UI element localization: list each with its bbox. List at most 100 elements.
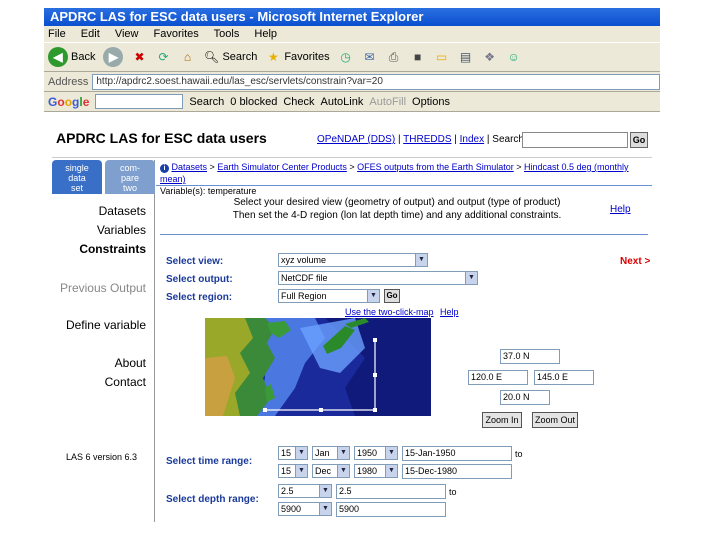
zoom-out-button[interactable]: Zoom Out — [532, 412, 578, 428]
start-month-select[interactable]: Jan ▼ — [312, 446, 350, 460]
favorites-label: Favorites — [284, 51, 330, 63]
google-options[interactable]: Options — [412, 96, 450, 108]
map-graphic — [205, 318, 431, 416]
stop-icon[interactable]: ✖ — [131, 49, 147, 65]
edit-icon[interactable]: ■ — [410, 49, 426, 65]
menu-view[interactable]: View — [115, 28, 139, 40]
site-search-go-button[interactable]: Go — [630, 132, 648, 148]
refresh-icon[interactable]: ⟳ — [155, 49, 171, 65]
depth-max-select[interactable]: 5900 ▼ — [278, 502, 332, 516]
research-icon[interactable]: ▤ — [458, 49, 474, 65]
google-search-button[interactable]: Search — [189, 96, 224, 108]
search-icon: 🔍︎ — [203, 50, 220, 64]
region-go-button[interactable]: Go — [384, 289, 400, 303]
breadcrumb-datasets[interactable]: Datasets — [172, 162, 208, 172]
print-icon[interactable]: ⎙ — [386, 49, 402, 65]
chevron-down-icon: ▼ — [367, 290, 379, 302]
forward-button[interactable]: ▶ — [103, 47, 124, 67]
people-icon[interactable]: ☺ — [506, 49, 522, 65]
address-label: Address — [48, 75, 89, 88]
nav-variables[interactable]: Variables — [97, 223, 146, 237]
left-nav: single data set com- pare two Datasets V… — [52, 160, 155, 522]
back-arrow-icon: ◀ — [48, 47, 68, 67]
address-bar: Address http://apdrc2.soest.hawaii.edu/l… — [44, 72, 660, 92]
web-page: APDRC LAS for ESC data users OPeNDAP (DD… — [52, 122, 652, 522]
time-range-label: Select time range: — [166, 456, 253, 467]
next-link[interactable]: Next > — [620, 256, 650, 267]
chevron-down-icon: ▼ — [337, 465, 349, 477]
start-day-select[interactable]: 15 ▼ — [278, 446, 308, 460]
address-field[interactable]: http://apdrc2.soest.hawaii.edu/las_esc/s… — [92, 73, 660, 90]
opendap-link[interactable]: OPeNDAP (DDS) — [317, 134, 395, 145]
menu-tools[interactable]: Tools — [214, 28, 240, 40]
select-output-dropdown[interactable]: NetCDF file ▼ — [278, 271, 478, 285]
tab-compare-two[interactable]: com- pare two — [105, 160, 155, 194]
info-icon: i — [160, 164, 169, 173]
end-day-select[interactable]: 15 ▼ — [278, 464, 308, 478]
west-lon-field[interactable]: 120.0 E — [468, 370, 528, 385]
end-month-select[interactable]: Dec ▼ — [312, 464, 350, 478]
region-map[interactable] — [205, 318, 431, 416]
index-link[interactable]: Index — [460, 134, 484, 145]
breadcrumb-esc-products[interactable]: Earth Simulator Center Products — [217, 162, 347, 172]
folder-icon[interactable]: ▭ — [434, 49, 450, 65]
google-search-label: Search — [189, 95, 225, 108]
thredds-link[interactable]: THREDDS — [403, 134, 451, 145]
help-link-top[interactable]: Help — [610, 204, 631, 215]
map-help-link[interactable]: Help — [440, 307, 459, 317]
select-region-label: Select region: — [166, 292, 233, 303]
mail-icon[interactable]: ✉ — [362, 49, 378, 65]
nav-previous-output[interactable]: Previous Output — [60, 281, 146, 295]
zoom-in-button[interactable]: Zoom In — [482, 412, 522, 428]
menu-help[interactable]: Help — [254, 28, 277, 40]
north-lat-field[interactable]: 37.0 N — [500, 349, 560, 364]
back-label: Back — [71, 51, 96, 63]
messenger-icon[interactable]: ❖ — [482, 49, 498, 65]
end-year-select[interactable]: 1980 ▼ — [354, 464, 398, 478]
google-blocked[interactable]: 0 blocked — [230, 96, 277, 108]
nav-contact[interactable]: Contact — [105, 375, 146, 389]
nav-define-variable[interactable]: Define variable — [66, 318, 146, 332]
site-search-input[interactable] — [522, 132, 628, 148]
home-icon[interactable]: ⌂ — [179, 49, 195, 65]
start-year-select[interactable]: 1950 ▼ — [354, 446, 398, 460]
depth-max-field[interactable]: 5900 — [336, 502, 446, 517]
back-button[interactable]: ◀ Back — [48, 47, 95, 67]
menu-file[interactable]: File — [48, 28, 66, 40]
east-lon-field[interactable]: 145.0 E — [534, 370, 594, 385]
google-check[interactable]: Check — [283, 96, 314, 108]
breadcrumb-ofes[interactable]: OFES outputs from the Earth Simulator — [357, 162, 514, 172]
google-toolbar: Google Search 0 blocked Check AutoLink A… — [44, 92, 660, 112]
south-lat-field[interactable]: 20.0 N — [500, 390, 550, 405]
google-logo: Google — [48, 94, 90, 109]
select-view-dropdown[interactable]: xyz volume ▼ — [278, 253, 428, 267]
page-title: APDRC LAS for ESC data users — [56, 130, 267, 146]
google-autofill[interactable]: AutoFill — [369, 96, 406, 108]
google-search-input[interactable] — [95, 94, 184, 109]
menu-edit[interactable]: Edit — [81, 28, 100, 40]
end-date-field[interactable]: 15-Dec-1980 — [402, 464, 512, 479]
search-label: Search — [222, 51, 258, 63]
nav-datasets[interactable]: Datasets — [99, 204, 146, 218]
menu-favorites[interactable]: Favorites — [154, 28, 199, 40]
separator — [160, 234, 648, 235]
start-date-field[interactable]: 15-Jan-1950 — [402, 446, 512, 461]
nav-about[interactable]: About — [115, 356, 146, 370]
select-output-label: Select output: — [166, 274, 233, 285]
search-button[interactable]: 🔍︎ Search — [203, 49, 257, 65]
favorites-button[interactable]: ★ Favorites — [265, 49, 330, 65]
depth-min-field[interactable]: 2.5 — [336, 484, 446, 499]
two-click-map-link[interactable]: Use the two-click-map — [345, 307, 434, 317]
header-links: OPeNDAP (DDS) | THREDDS | Index | Search… — [317, 134, 527, 145]
window-title: APDRC LAS for ESC data users - Microsoft… — [50, 9, 424, 24]
depth-to-label: to — [449, 487, 457, 497]
chevron-down-icon: ▼ — [295, 465, 307, 477]
history-icon[interactable]: ◷ — [338, 49, 354, 65]
nav-constraints[interactable]: Constraints — [79, 242, 146, 256]
depth-min-select[interactable]: 2.5 ▼ — [278, 484, 332, 498]
google-autolink[interactable]: AutoLink — [321, 96, 364, 108]
screen: APDRC LAS for ESC data users - Microsoft… — [0, 0, 720, 540]
chevron-down-icon: ▼ — [385, 447, 397, 459]
tab-single-data-set[interactable]: single data set — [52, 160, 102, 194]
select-region-dropdown[interactable]: Full Region ▼ — [278, 289, 380, 303]
